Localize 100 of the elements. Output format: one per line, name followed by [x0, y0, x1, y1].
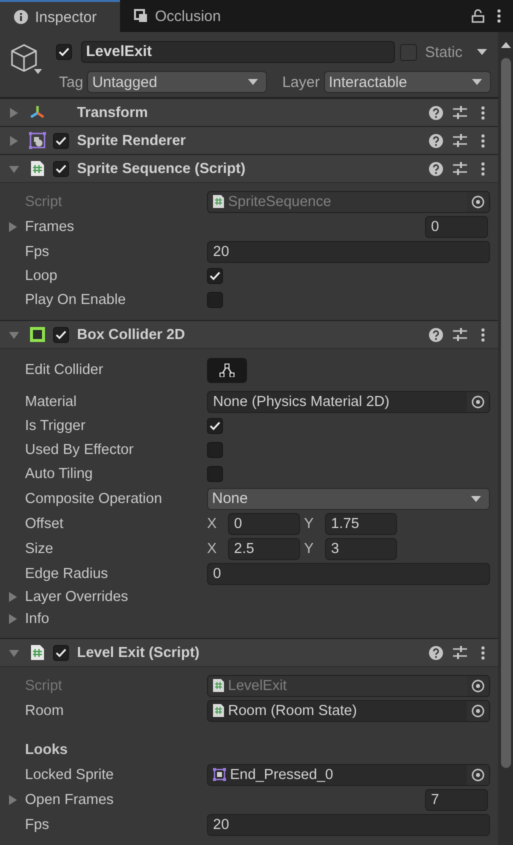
layer-dropdown[interactable]: Interactable: [324, 71, 491, 93]
tab[interactable]: Occlusion: [120, 0, 235, 32]
scrollbar[interactable]: [498, 32, 513, 845]
expand-arrow-icon[interactable]: [8, 614, 18, 624]
number-field[interactable]: 1.75: [325, 512, 397, 534]
property-label: Room: [25, 702, 65, 718]
foldout-label[interactable]: Layer Overrides: [25, 589, 207, 605]
static-dropdown[interactable]: Static: [425, 44, 487, 60]
object-picker-icon[interactable]: [471, 394, 485, 408]
foldout-label[interactable]: Frames: [25, 218, 207, 234]
object-picker-icon[interactable]: [471, 194, 485, 208]
collapse-arrow-icon: [9, 648, 19, 658]
lock-icon[interactable]: [471, 9, 485, 23]
property-label: Loop: [25, 268, 58, 284]
presets-icon[interactable]: [453, 134, 467, 148]
number-field[interactable]: 3: [325, 538, 397, 560]
property-label: Auto Tiling: [25, 466, 94, 482]
checkbox[interactable]: [400, 44, 417, 60]
component-header[interactable]: Box Collider 2D: [0, 320, 498, 348]
dropdown-arrow-icon: [248, 79, 258, 85]
more-options-icon[interactable]: [481, 646, 485, 660]
object-picker-icon[interactable]: [471, 678, 485, 692]
axis-label: X: [207, 540, 218, 556]
object-picker-icon[interactable]: [471, 768, 485, 782]
sprite-icon: [213, 768, 226, 781]
checkbox[interactable]: [53, 160, 69, 176]
dropdown-arrow-icon[interactable]: [34, 69, 42, 74]
expand-arrow-icon[interactable]: [8, 222, 18, 232]
presets-icon[interactable]: [453, 106, 467, 120]
dropdown[interactable]: None: [207, 488, 490, 510]
box-collider-icon: [28, 326, 46, 343]
help-icon[interactable]: [429, 328, 443, 342]
sprite-renderer-icon: [28, 132, 46, 149]
component-header[interactable]: Sprite Renderer: [0, 126, 498, 154]
foldout-label[interactable]: Open Frames: [25, 792, 207, 808]
more-options-icon[interactable]: [481, 162, 485, 176]
component-header[interactable]: Level Exit (Script): [0, 638, 498, 666]
property-label: Script: [25, 678, 64, 694]
number-field[interactable]: 0: [207, 562, 490, 584]
presets-icon[interactable]: [453, 646, 467, 660]
component-header[interactable]: Transform: [0, 98, 498, 126]
tab[interactable]: Inspector: [0, 0, 120, 32]
property-label: Play On Enable: [25, 292, 127, 308]
checkbox[interactable]: [53, 132, 69, 148]
tag-label: Tag: [59, 74, 84, 90]
property-label: Size: [25, 540, 54, 556]
scrollbar-thumb[interactable]: [500, 58, 510, 768]
occlusion-icon: [134, 9, 148, 23]
edit-shape-icon: [219, 363, 235, 377]
more-options-icon[interactable]: [481, 328, 485, 342]
presets-icon[interactable]: [453, 162, 467, 176]
presets-icon[interactable]: [453, 328, 467, 342]
property-label: Fps: [25, 244, 50, 260]
help-icon[interactable]: [429, 646, 443, 660]
more-options-icon[interactable]: [497, 9, 501, 23]
script-icon: [30, 160, 44, 177]
object-field[interactable]: Room (Room State): [207, 700, 490, 722]
component-title: Transform: [77, 104, 148, 120]
expand-arrow-icon[interactable]: [8, 592, 18, 602]
script-icon: [30, 644, 44, 661]
component-header[interactable]: Sprite Sequence (Script): [0, 154, 498, 182]
object-field[interactable]: End_Pressed_0: [207, 764, 490, 786]
component-title: Level Exit (Script): [77, 644, 200, 660]
checkbox[interactable]: [207, 442, 223, 458]
axis-label: X: [207, 516, 218, 532]
foldout-label[interactable]: Info: [25, 611, 207, 627]
axis-label: Y: [304, 540, 315, 556]
object-picker-icon[interactable]: [471, 704, 485, 718]
object-field: LevelExit: [207, 674, 490, 696]
checkbox[interactable]: [207, 268, 223, 284]
checkbox[interactable]: [56, 44, 72, 60]
checkbox[interactable]: [53, 644, 69, 660]
number-field[interactable]: 2.5: [228, 538, 300, 560]
property-label: Used By Effector: [25, 442, 135, 458]
number-field[interactable]: 20: [207, 240, 490, 262]
edit-collider-button[interactable]: [207, 358, 247, 382]
info-icon: [14, 10, 28, 24]
help-icon[interactable]: [429, 106, 443, 120]
help-icon[interactable]: [429, 162, 443, 176]
name-field[interactable]: LevelExit: [81, 41, 395, 63]
checkbox[interactable]: [207, 466, 223, 482]
checkbox[interactable]: [207, 418, 223, 434]
array-size-field[interactable]: 7: [425, 788, 488, 810]
number-field[interactable]: 0: [228, 512, 300, 534]
checkbox[interactable]: [53, 326, 69, 342]
checkbox[interactable]: [207, 292, 223, 308]
property-label: Fps: [25, 816, 50, 832]
transform-icon: [28, 104, 46, 121]
more-options-icon[interactable]: [481, 134, 485, 148]
component-title: Sprite Sequence (Script): [77, 160, 246, 176]
tag-dropdown[interactable]: Untagged: [87, 71, 268, 93]
scroll-up-arrow-icon[interactable]: [500, 42, 510, 48]
property-label: Script: [25, 194, 64, 210]
object-field[interactable]: None (Physics Material 2D): [207, 390, 490, 412]
number-field[interactable]: 20: [207, 814, 490, 836]
more-options-icon[interactable]: [481, 106, 485, 120]
script-icon: [213, 195, 224, 208]
array-size-field[interactable]: 0: [425, 216, 488, 238]
expand-arrow-icon[interactable]: [8, 794, 18, 804]
help-icon[interactable]: [429, 134, 443, 148]
